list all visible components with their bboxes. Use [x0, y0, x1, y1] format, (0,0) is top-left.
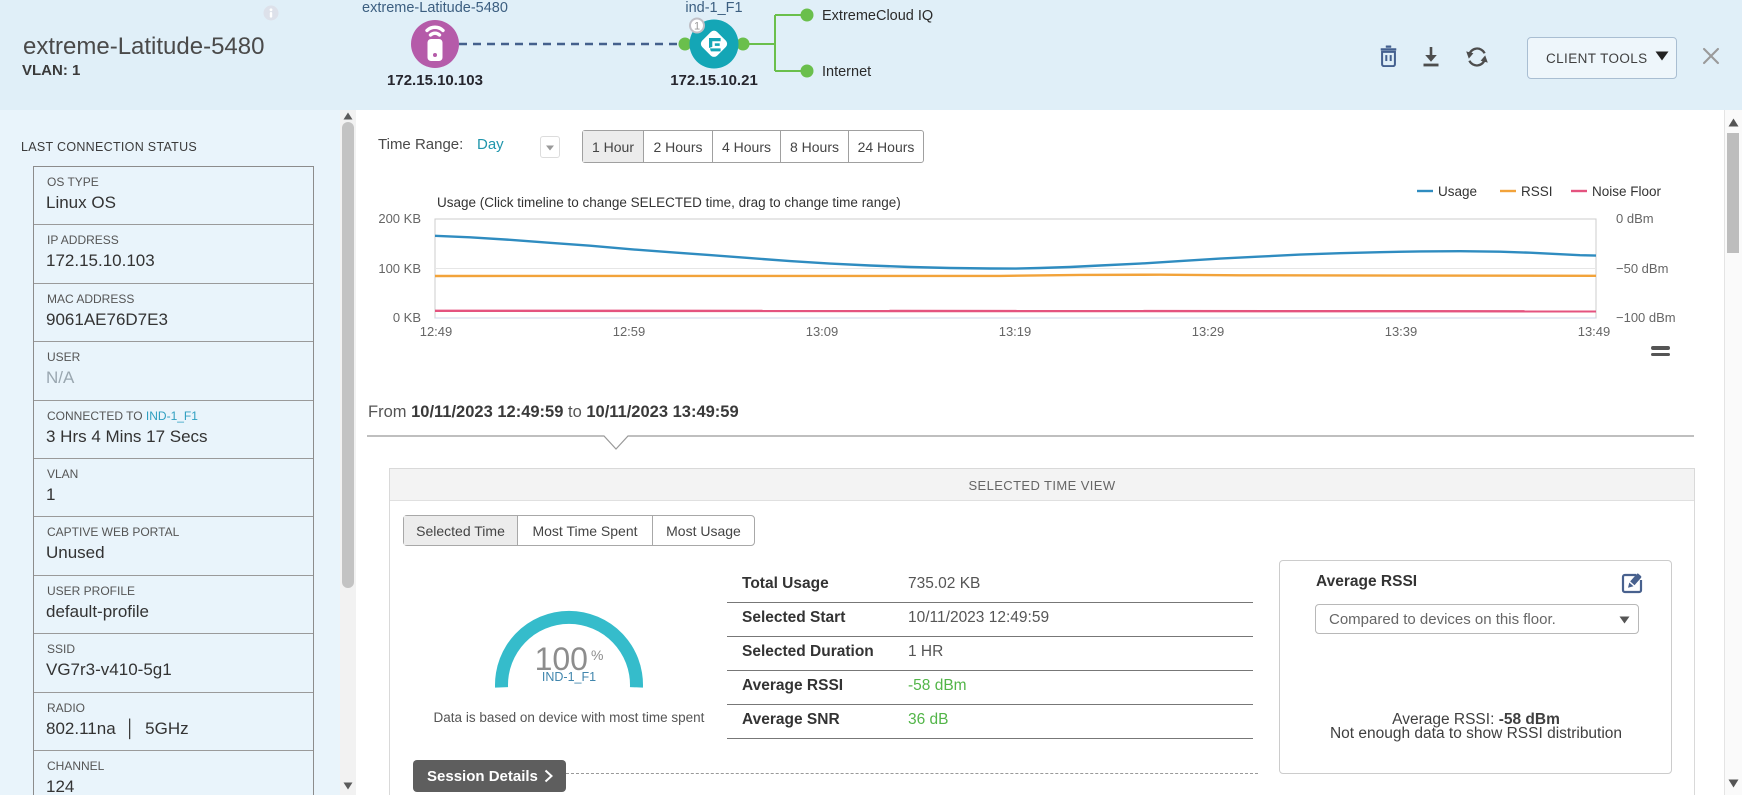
svg-text:Internet: Internet: [822, 64, 871, 80]
svg-text:0 dBm: 0 dBm: [1616, 211, 1654, 226]
svg-text:RSSI: RSSI: [1521, 184, 1553, 199]
svg-text:13:39: 13:39: [1385, 324, 1418, 339]
svg-text:Usage: Usage: [1438, 184, 1477, 199]
svg-text:1: 1: [694, 21, 700, 33]
svg-text:−100 dBm: −100 dBm: [1616, 310, 1676, 325]
svg-text:200 KB: 200 KB: [378, 211, 421, 226]
svg-text:172.15.10.103: 172.15.10.103: [387, 72, 483, 89]
svg-text:−50 dBm: −50 dBm: [1616, 261, 1668, 276]
svg-text:ind-1_F1: ind-1_F1: [685, 0, 742, 16]
svg-text:Usage (Click timeline to chang: Usage (Click timeline to change SELECTED…: [437, 195, 901, 210]
svg-text:0 KB: 0 KB: [393, 310, 421, 325]
svg-text:172.15.10.21: 172.15.10.21: [670, 72, 758, 89]
svg-text:12:49: 12:49: [420, 324, 453, 339]
svg-text:extreme-Latitude-5480: extreme-Latitude-5480: [362, 0, 508, 16]
svg-text:13:49: 13:49: [1578, 324, 1611, 339]
svg-text:13:09: 13:09: [806, 324, 839, 339]
svg-text:13:19: 13:19: [999, 324, 1032, 339]
svg-text:12:59: 12:59: [613, 324, 646, 339]
svg-text:Noise Floor: Noise Floor: [1592, 184, 1662, 199]
svg-text:ExtremeCloud IQ: ExtremeCloud IQ: [822, 8, 933, 24]
svg-text:100 KB: 100 KB: [378, 261, 421, 276]
svg-text:13:29: 13:29: [1192, 324, 1225, 339]
